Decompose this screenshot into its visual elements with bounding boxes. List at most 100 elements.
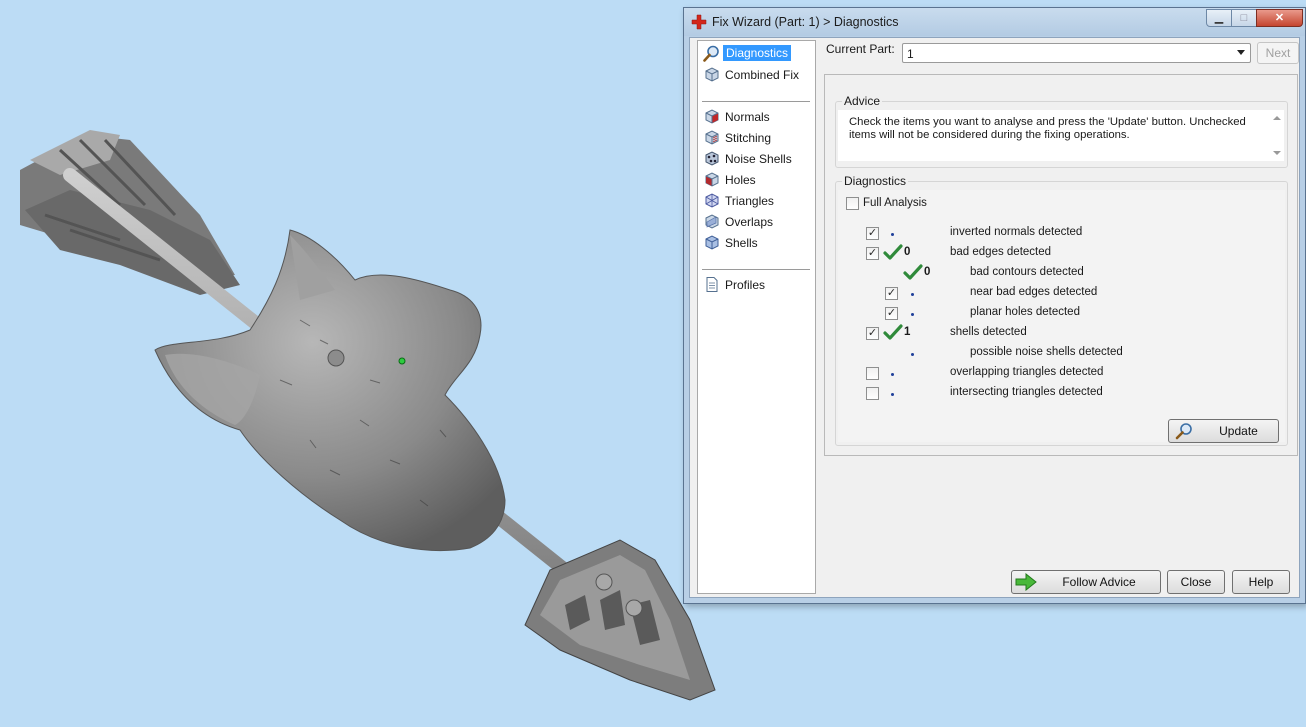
nav-label: Stitching [725,131,772,145]
diag-label-bad-contours: bad contours detected [970,266,1084,278]
title-bar[interactable]: Fix Wizard (Part: 1) > Diagnostics ▁ □ ✕ [684,8,1305,36]
follow-advice-label: Follow Advice [1062,575,1136,589]
noise-shells-icon [705,151,719,166]
nav-label: Overlaps [725,215,774,229]
cube-icon [705,67,719,82]
diagnostics-group: Diagnostics Full Analysis ✓ inverted nor… [835,174,1288,446]
magnifier-icon [1175,423,1192,440]
window-title: Fix Wizard (Part: 1) > Diagnostics [712,15,899,29]
full-analysis-label: Full Analysis [863,197,927,209]
green-checkmark-icon [903,264,923,280]
green-checkmark-icon [883,324,903,340]
arrow-fletching [20,130,240,295]
close-window-button[interactable]: ✕ [1256,9,1303,27]
scroll-up-icon[interactable] [1273,116,1281,120]
nav-item-profiles[interactable]: Profiles [702,275,812,295]
nav-item-noise-shells[interactable]: Noise Shells [702,149,812,169]
nav-label: Noise Shells [725,152,792,166]
nav-item-shells[interactable]: Shells [702,233,812,253]
scroll-down-icon[interactable] [1273,151,1281,155]
nav-item-normals[interactable]: Normals [702,107,812,127]
diag-checkbox-overlapping-triangles[interactable] [866,367,879,380]
minimize-icon: ▁ [1214,12,1224,24]
full-analysis-checkbox[interactable] [846,197,859,210]
nav-item-stitching[interactable]: Stitching [702,128,812,148]
red-cross-icon [691,14,707,30]
advice-title: Advice [842,94,883,108]
help-button[interactable]: Help [1232,570,1290,594]
holes-cube-icon [705,172,719,187]
diag-label-overlapping-triangles: overlapping triangles detected [950,366,1104,378]
diag-label-intersecting-triangles: intersecting triangles detected [950,386,1103,398]
green-arrow-icon [1015,573,1037,591]
follow-advice-button[interactable]: Follow Advice [1011,570,1161,594]
nav-label: Triangles [725,194,774,208]
next-button[interactable]: Next [1257,42,1299,64]
diag-label-near-bad-edges: near bad edges detected [970,286,1098,298]
nav-label: Combined Fix [725,68,800,82]
maximize-button[interactable]: □ [1231,9,1257,27]
close-button[interactable]: Close [1167,570,1225,594]
stitching-cube-icon [705,130,719,145]
nav-item-triangles[interactable]: Triangles [702,191,812,211]
maximize-icon: □ [1240,12,1248,24]
minimize-button[interactable]: ▁ [1206,9,1232,27]
advice-text: Check the items you want to analyse and … [849,116,1246,141]
diag-checkbox-near-bad-edges[interactable]: ✓ [885,287,898,300]
nav-item-overlaps[interactable]: Overlaps [702,212,812,232]
result-dot [911,353,914,356]
diag-count-bad-edges: 0 [904,246,911,258]
diagnostics-title: Diagnostics [842,174,909,188]
normals-cube-icon [705,109,719,124]
nav-item-diagnostics[interactable]: Diagnostics [702,44,812,64]
wolf-arrow-model[interactable] [20,130,716,701]
diagnostics-list: Full Analysis ✓ inverted normals detecte… [838,190,1285,443]
diag-checkbox-planar-holes[interactable]: ✓ [885,307,898,320]
advice-textbox[interactable]: Check the items you want to analyse and … [838,110,1284,161]
result-dot [891,393,894,396]
diag-label-inverted-normals: inverted normals detected [950,226,1083,238]
update-button[interactable]: Update [1168,419,1279,443]
triangles-icon [705,193,719,208]
diag-checkbox-inverted-normals[interactable]: ✓ [866,227,879,240]
current-part-label: Current Part: [826,42,895,56]
magnifier-icon [703,45,719,62]
result-dot [891,373,894,376]
diag-label-bad-edges: bad edges detected [950,246,1052,258]
diag-checkbox-bad-edges[interactable]: ✓ [866,247,879,260]
current-part-value: 1 [907,47,914,61]
nav-item-holes[interactable]: Holes [702,170,812,190]
nav-label: Shells [725,236,758,250]
result-dot [911,293,914,296]
diagnostics-panel: Advice Check the items you want to analy… [824,74,1298,456]
fix-wizard-window: Fix Wizard (Part: 1) > Diagnostics ▁ □ ✕… [683,7,1306,604]
nav-label: Profiles [725,278,766,292]
nav-label: Normals [725,110,770,124]
nav-item-combined-fix[interactable]: Combined Fix [702,65,812,85]
diag-count-bad-contours: 0 [924,266,931,278]
diag-label-planar-holes: planar holes detected [970,306,1080,318]
nav-label: Holes [725,173,756,187]
wizard-navigation: Diagnostics Combined Fix Normals Stitchi… [697,40,816,594]
nav-label: Diagnostics [723,45,792,61]
chevron-down-icon [1237,50,1245,55]
diag-label-shells: shells detected [950,326,1027,338]
close-icon: ✕ [1274,12,1285,24]
result-dot [891,233,894,236]
diag-label-noise-shells: possible noise shells detected [970,346,1123,358]
advice-scrollbar[interactable] [1270,110,1284,161]
shells-cube-icon [705,235,719,250]
update-label: Update [1219,424,1258,438]
diag-checkbox-shells[interactable]: ✓ [866,327,879,340]
result-dot [911,313,914,316]
document-icon [706,277,718,292]
green-checkmark-icon [883,244,903,260]
current-part-dropdown[interactable]: 1 [902,43,1251,63]
diag-checkbox-intersecting-triangles[interactable] [866,387,879,400]
nav-divider [702,101,810,102]
advice-group: Advice Check the items you want to analy… [835,94,1288,168]
nav-divider [702,269,810,270]
dialog-client-area: Diagnostics Combined Fix Normals Stitchi… [689,37,1300,598]
overlaps-icon [705,214,719,229]
diag-count-shells: 1 [904,326,911,338]
